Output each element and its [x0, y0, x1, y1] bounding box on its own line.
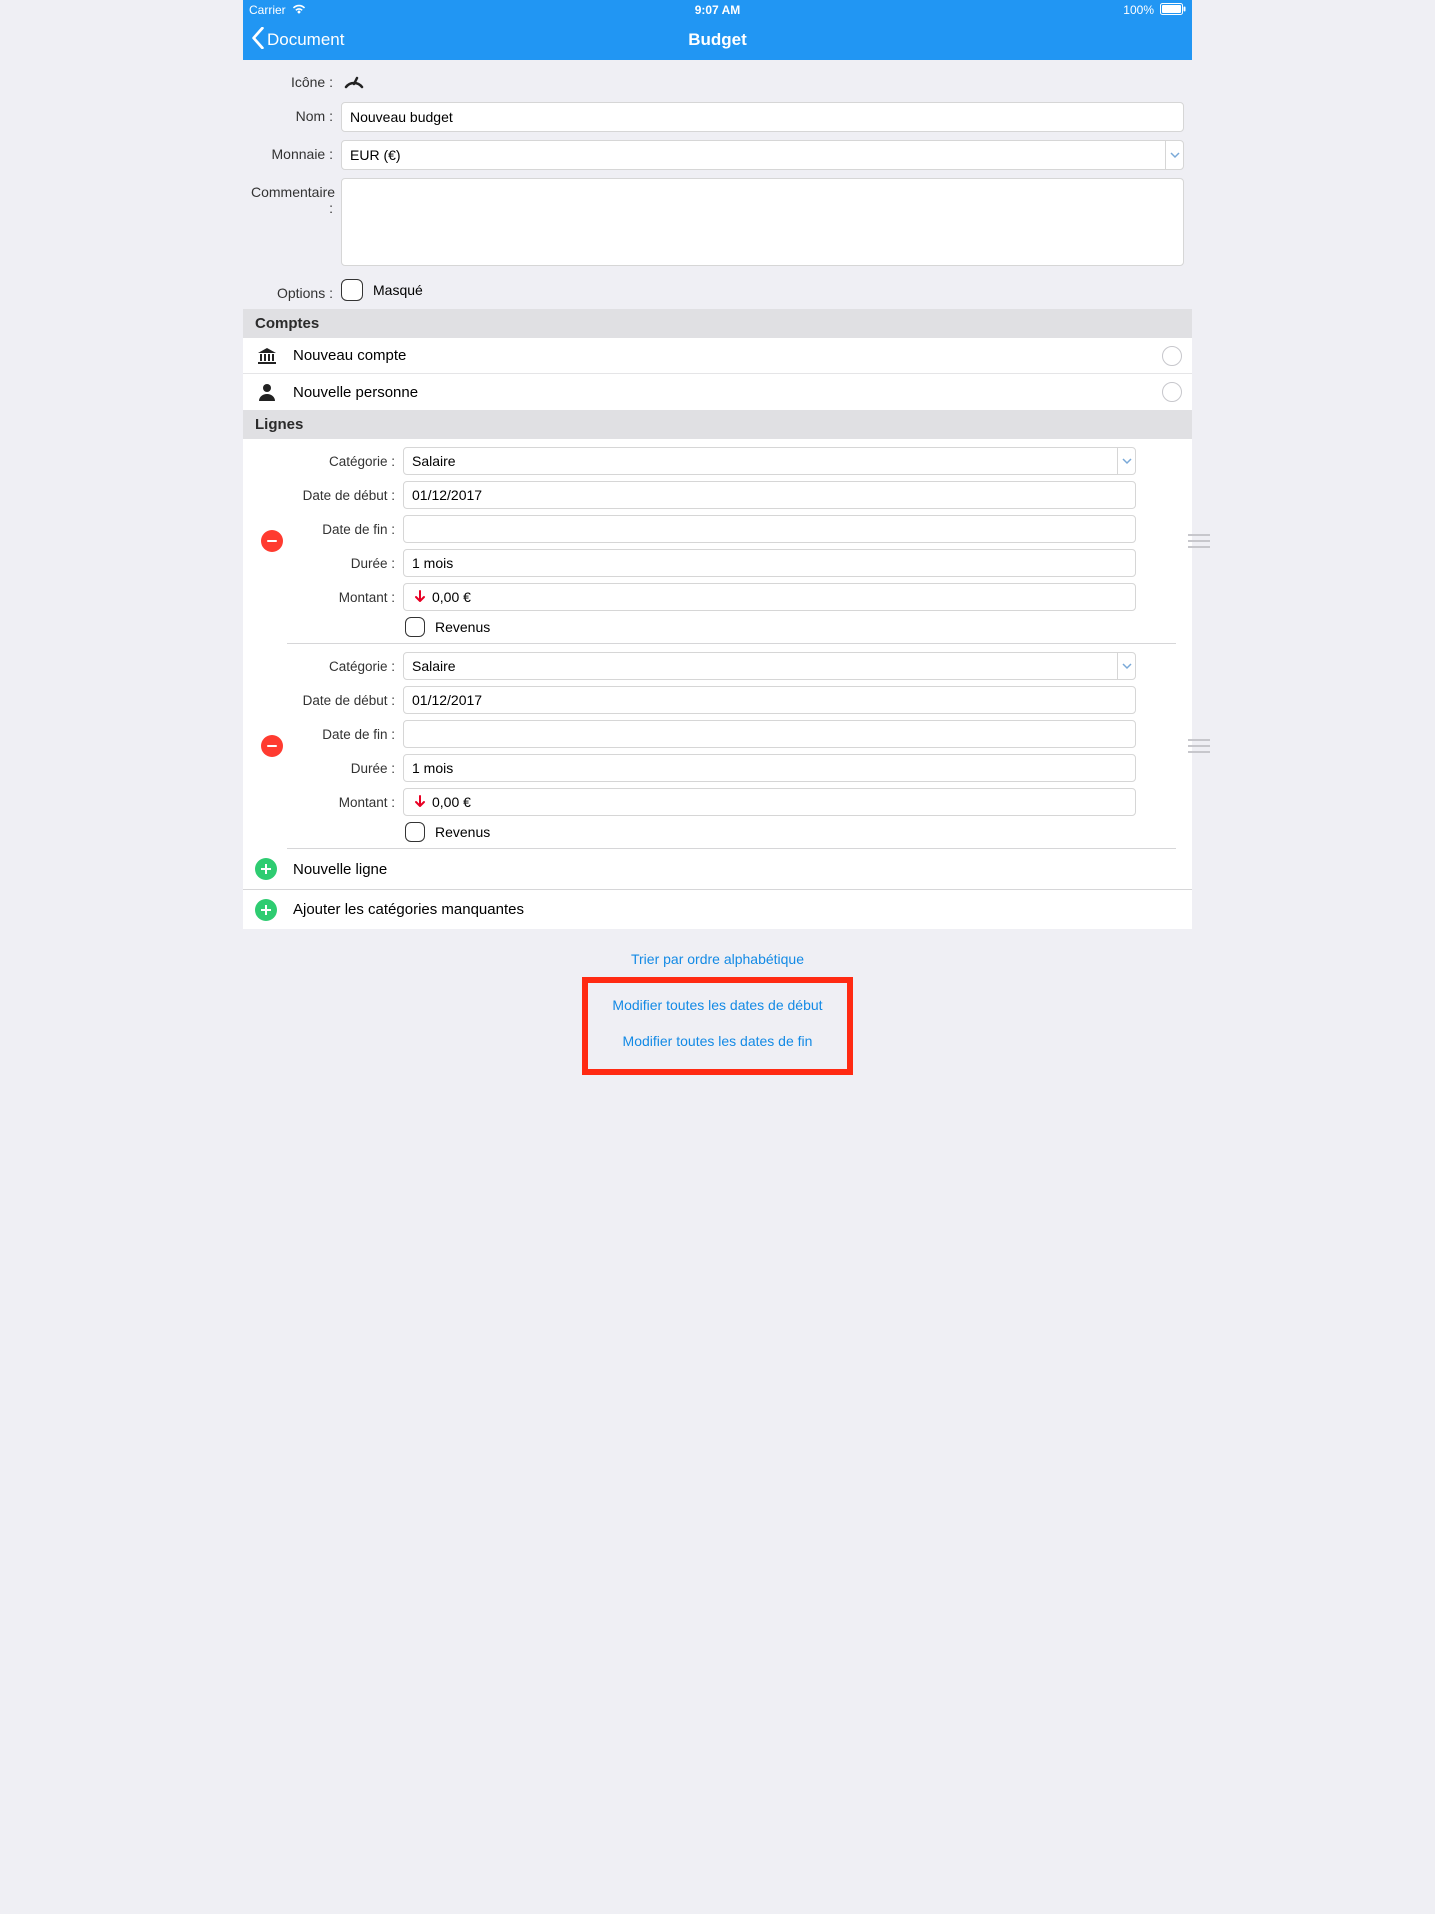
back-button[interactable]: Document	[243, 27, 344, 54]
person-label: Nouvelle personne	[293, 384, 1180, 401]
accounts-section-header: Comptes	[243, 309, 1192, 338]
carrier-label: Carrier	[249, 3, 286, 17]
bank-icon	[255, 347, 279, 365]
income-label: Revenus	[435, 619, 490, 635]
income-checkbox[interactable]	[405, 822, 425, 842]
page-title: Budget	[243, 30, 1192, 50]
list-item[interactable]: Nouveau compte	[243, 338, 1192, 374]
budget-line: Catégorie : Salaire Date de début : 01/1…	[287, 644, 1176, 849]
end-date-input[interactable]	[403, 515, 1136, 543]
highlight-annotation: Modifier toutes les dates de début Modif…	[582, 977, 852, 1075]
plus-icon	[255, 858, 277, 880]
edit-all-end-dates-link[interactable]: Modifier toutes les dates de fin	[612, 1023, 822, 1059]
hidden-checkbox[interactable]	[341, 279, 363, 301]
chevron-down-icon	[1165, 141, 1183, 169]
expense-arrow-icon	[412, 795, 428, 809]
drag-handle-icon[interactable]	[1188, 737, 1210, 755]
delete-line-button[interactable]	[261, 735, 283, 757]
hidden-label: Masqué	[373, 282, 423, 298]
icon-preview[interactable]	[341, 68, 367, 94]
list-item[interactable]: Nouvelle personne	[243, 374, 1192, 410]
chevron-down-icon	[1117, 448, 1135, 474]
expense-arrow-icon	[412, 590, 428, 604]
options-label: Options :	[251, 279, 333, 301]
account-radio[interactable]	[1162, 346, 1182, 366]
new-line-button[interactable]: Nouvelle ligne	[243, 849, 1192, 889]
chevron-down-icon	[1117, 653, 1135, 679]
account-label: Nouveau compte	[293, 347, 1180, 364]
delete-line-button[interactable]	[261, 530, 283, 552]
sort-alpha-link[interactable]: Trier par ordre alphabétique	[243, 945, 1192, 973]
category-select[interactable]: Salaire	[403, 652, 1136, 680]
lines-section-header: Lignes	[243, 410, 1192, 439]
comment-label: Commentaire :	[251, 178, 333, 216]
icon-label: Icône :	[251, 68, 333, 90]
wifi-icon	[292, 3, 306, 17]
category-select[interactable]: Salaire	[403, 447, 1136, 475]
plus-icon	[255, 899, 277, 921]
chevron-left-icon	[251, 27, 265, 54]
amount-input[interactable]: 0,00 €	[403, 583, 1136, 611]
end-date-input[interactable]	[403, 720, 1136, 748]
start-date-input[interactable]: 01/12/2017	[403, 686, 1136, 714]
currency-label: Monnaie :	[251, 140, 333, 162]
currency-select[interactable]: EUR (€)	[341, 140, 1184, 170]
person-radio[interactable]	[1162, 382, 1182, 402]
start-date-input[interactable]: 01/12/2017	[403, 481, 1136, 509]
battery-label: 100%	[1123, 3, 1154, 17]
edit-all-start-dates-link[interactable]: Modifier toutes les dates de début	[612, 987, 822, 1023]
status-bar: Carrier 9:07 AM 100%	[243, 0, 1192, 20]
person-icon	[255, 383, 279, 401]
duration-input[interactable]: 1 mois	[403, 549, 1136, 577]
budget-line: Catégorie : Salaire Date de début : 01/1…	[287, 439, 1176, 644]
income-label: Revenus	[435, 824, 490, 840]
battery-icon	[1160, 3, 1186, 18]
income-checkbox[interactable]	[405, 617, 425, 637]
comment-input[interactable]	[341, 178, 1184, 266]
duration-input[interactable]: 1 mois	[403, 754, 1136, 782]
add-missing-categories-button[interactable]: Ajouter les catégories manquantes	[243, 889, 1192, 929]
drag-handle-icon[interactable]	[1188, 532, 1210, 550]
name-label: Nom :	[251, 102, 333, 124]
name-input[interactable]: Nouveau budget	[341, 102, 1184, 132]
amount-input[interactable]: 0,00 €	[403, 788, 1136, 816]
clock: 9:07 AM	[0, 3, 1435, 17]
back-label: Document	[267, 30, 344, 50]
